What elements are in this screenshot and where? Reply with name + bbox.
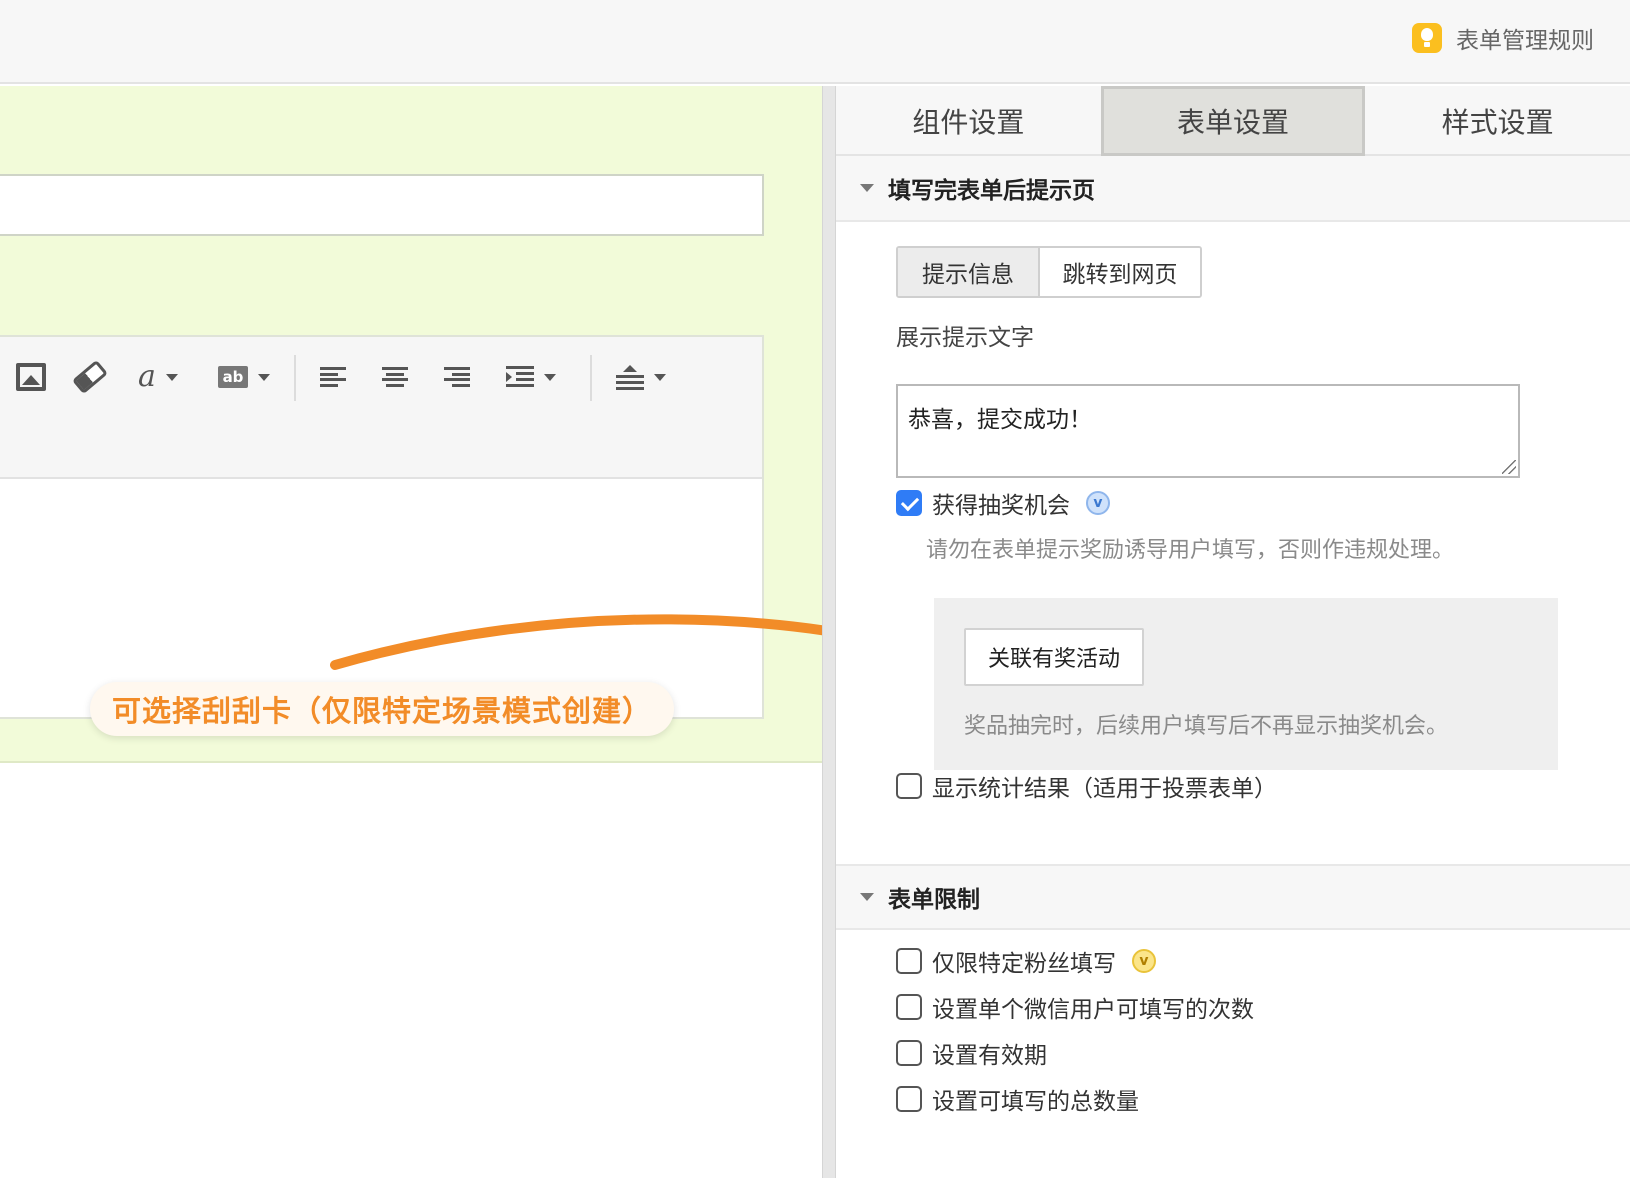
- panel-divider[interactable]: [822, 86, 836, 1178]
- limit-fans-only-label: 仅限特定粉丝填写: [932, 951, 1116, 977]
- show-stats-checkbox-row[interactable]: 显示统计结果（适用于投票表单）: [896, 769, 1277, 803]
- prompt-text-input[interactable]: 恭喜，提交成功！: [896, 384, 1520, 478]
- prompt-text-label: 展示提示文字: [896, 325, 1034, 351]
- vip-badge-icon: v: [1132, 949, 1156, 973]
- show-stats-checkbox[interactable]: [896, 773, 922, 799]
- editor-toolbar: a ab: [0, 337, 762, 479]
- lottery-checkbox-row[interactable]: 获得抽奖机会 v: [896, 486, 1110, 520]
- limit-validity-row[interactable]: 设置有效期: [896, 1036, 1047, 1070]
- align-right-button[interactable]: [444, 357, 470, 397]
- section-limits-title: 表单限制: [888, 887, 980, 913]
- lottery-checkbox[interactable]: [896, 490, 922, 516]
- align-left-icon: [320, 367, 346, 387]
- align-center-icon: [382, 367, 408, 387]
- toolbar-divider: [294, 355, 296, 401]
- selected-component-area[interactable]: a ab: [0, 86, 822, 763]
- segment-redirect-url[interactable]: 跳转到网页: [1038, 248, 1200, 296]
- limit-total-count-row[interactable]: 设置可填写的总数量: [896, 1082, 1139, 1116]
- annotation-callout-text: 可选择刮刮卡（仅限特定场景模式创建）: [112, 694, 653, 728]
- highlight-icon: ab: [218, 366, 248, 388]
- lottery-settings-box: 关联有奖活动 奖品抽完时，后续用户填写后不再显示抽奖机会。: [934, 598, 1558, 770]
- annotation-callout: 可选择刮刮卡（仅限特定场景模式创建）: [90, 682, 675, 736]
- line-height-icon: [616, 365, 644, 390]
- collapse-triangle-icon: [860, 184, 874, 192]
- limit-fans-only-checkbox[interactable]: [896, 948, 922, 974]
- chevron-down-icon: [654, 373, 666, 381]
- section-after-submit-header[interactable]: 填写完表单后提示页: [836, 156, 1630, 222]
- eraser-icon: [71, 359, 109, 395]
- chevron-down-icon: [258, 373, 270, 381]
- lightbulb-icon: [1412, 23, 1442, 53]
- section-limits-header[interactable]: 表单限制: [836, 864, 1630, 930]
- limit-per-user-row[interactable]: 设置单个微信用户可填写的次数: [896, 990, 1254, 1024]
- form-rules-link[interactable]: 表单管理规则: [1412, 22, 1594, 54]
- limit-fans-only-row[interactable]: 仅限特定粉丝填写 v: [896, 944, 1156, 978]
- rich-text-editor[interactable]: a ab: [0, 335, 764, 719]
- vip-badge-icon: v: [1086, 491, 1110, 515]
- align-right-icon: [444, 367, 470, 387]
- chevron-down-icon: [544, 373, 556, 381]
- toolbar-divider: [590, 355, 592, 401]
- lottery-note-text: 奖品抽完时，后续用户填写后不再显示抽奖机会。: [964, 714, 1449, 739]
- chevron-down-icon: [165, 373, 178, 381]
- form-rules-link-label: 表单管理规则: [1456, 28, 1594, 54]
- show-stats-checkbox-label: 显示统计结果（适用于投票表单）: [932, 776, 1277, 802]
- line-height-button[interactable]: [616, 357, 666, 397]
- image-icon: [16, 363, 46, 391]
- top-bar: 表单管理规则: [0, 0, 1630, 84]
- component-title-input[interactable]: [0, 174, 764, 236]
- font-color-button[interactable]: a: [138, 357, 178, 397]
- limit-validity-checkbox[interactable]: [896, 1040, 922, 1066]
- font-color-icon: a: [138, 359, 156, 394]
- limit-validity-label: 设置有效期: [932, 1043, 1047, 1069]
- prompt-text-value: 恭喜，提交成功！: [908, 407, 1092, 433]
- limit-per-user-checkbox[interactable]: [896, 994, 922, 1020]
- settings-tabs: 组件设置 表单设置 样式设置: [836, 86, 1630, 156]
- tab-form-settings[interactable]: 表单设置: [1100, 86, 1366, 156]
- collapse-triangle-icon: [860, 893, 874, 901]
- resize-handle-icon[interactable]: [1502, 460, 1516, 474]
- tab-style-settings[interactable]: 样式设置: [1365, 86, 1630, 156]
- segment-prompt-message[interactable]: 提示信息: [898, 248, 1038, 296]
- limit-per-user-label: 设置单个微信用户可填写的次数: [932, 997, 1254, 1023]
- lottery-warning-text: 请勿在表单提示奖励诱导用户填写，否则作违规处理。: [926, 538, 1455, 563]
- indent-icon: [506, 366, 534, 388]
- settings-panel: 组件设置 表单设置 样式设置 填写完表单后提示页 提示信息 跳转到网页 展示提示…: [836, 86, 1630, 1178]
- align-left-button[interactable]: [320, 357, 346, 397]
- prompt-type-segmented: 提示信息 跳转到网页: [896, 246, 1202, 298]
- highlight-button[interactable]: ab: [218, 357, 270, 397]
- insert-image-button[interactable]: [16, 357, 46, 397]
- lottery-checkbox-label: 获得抽奖机会: [932, 493, 1070, 519]
- section-after-submit-title: 填写完表单后提示页: [888, 178, 1095, 204]
- indent-button[interactable]: [506, 357, 556, 397]
- link-prize-activity-button[interactable]: 关联有奖活动: [964, 628, 1144, 686]
- tab-component-settings[interactable]: 组件设置: [836, 86, 1101, 156]
- align-center-button[interactable]: [382, 357, 408, 397]
- clear-format-button[interactable]: [71, 357, 109, 397]
- limit-total-count-checkbox[interactable]: [896, 1086, 922, 1112]
- limit-total-count-label: 设置可填写的总数量: [932, 1089, 1139, 1115]
- form-canvas: a ab: [0, 86, 822, 1178]
